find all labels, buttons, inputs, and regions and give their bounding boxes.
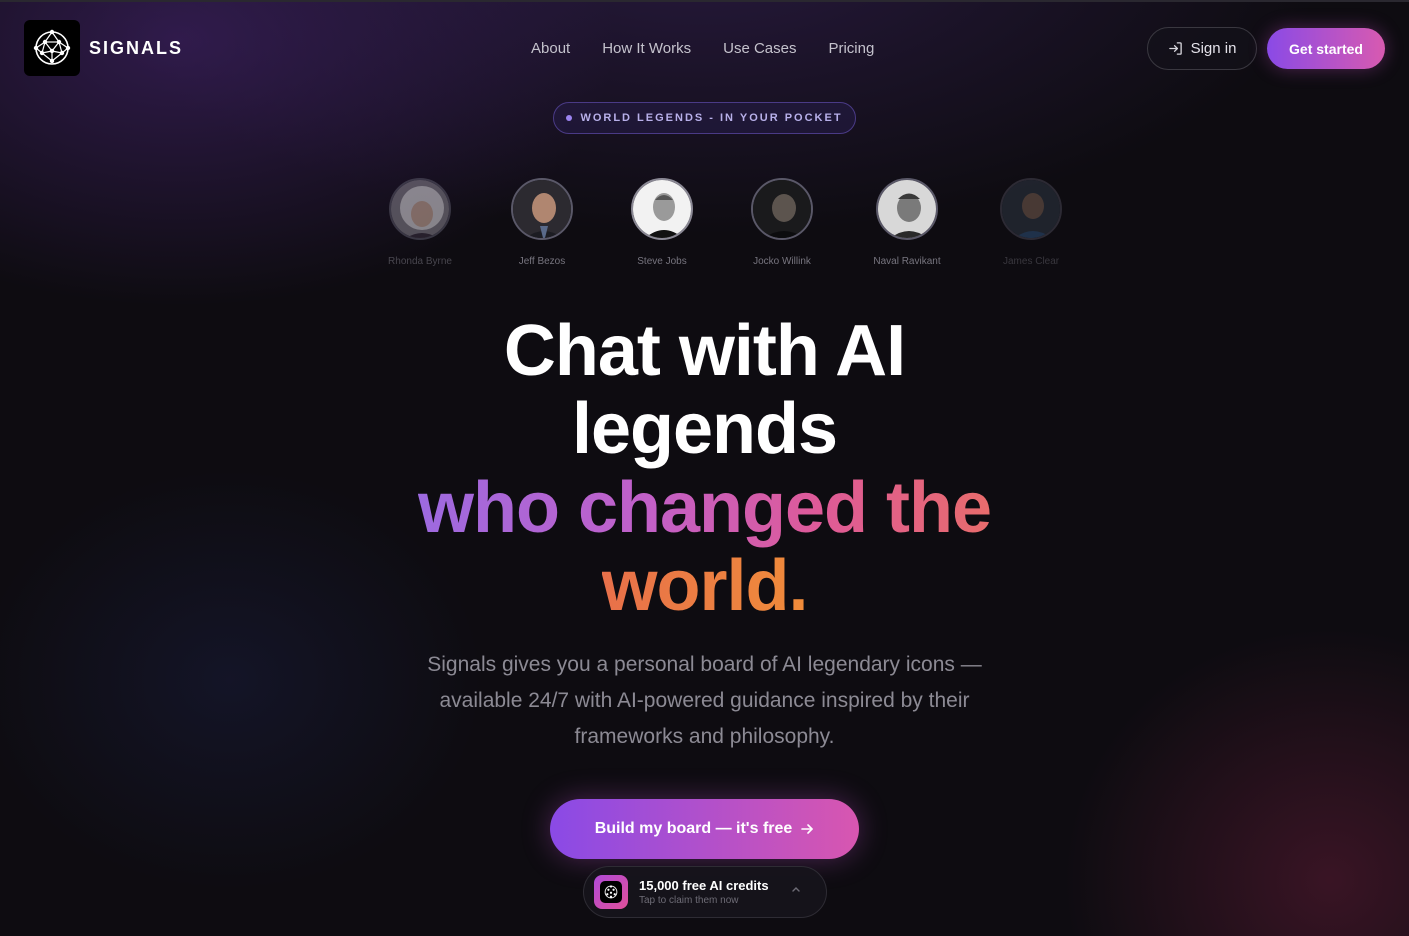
free-credits-card[interactable]: 15,000 free AI credits Tap to claim them…: [583, 866, 827, 918]
avatar: [1000, 178, 1062, 240]
legend-name-clip: James Clear: [1003, 256, 1067, 267]
sign-in-button[interactable]: Sign in: [1147, 27, 1257, 70]
avatar: [876, 178, 938, 240]
legend-avatar-item[interactable]: James Clear: [971, 178, 1091, 267]
legend-name: Jocko Willink: [753, 256, 811, 267]
avatar: [389, 178, 451, 240]
legend-avatar-item[interactable]: Jeff Bezos: [482, 178, 602, 267]
landing-page: SIGNALS About How It Works Use Cases Pri…: [0, 0, 1409, 936]
hero-subtitle-line-2: available 24/7 with AI-powered guidance …: [439, 689, 970, 712]
hero-subtitle-line-3: frameworks and philosophy.: [574, 725, 835, 748]
legend-name: Rhonda Byrne: [388, 256, 452, 267]
arrow-right-icon: [801, 824, 814, 834]
hero-title-line-4: world.: [0, 547, 1409, 625]
avatar: [751, 178, 813, 240]
sign-in-icon: [1168, 42, 1182, 55]
nav-how-it-works[interactable]: How It Works: [602, 40, 691, 57]
sign-in-label: Sign in: [1190, 40, 1237, 57]
hero-title-line-1: Chat with AI: [503, 311, 906, 391]
legend-name: James Clear: [1003, 256, 1060, 267]
brand-name[interactable]: SIGNALS: [89, 38, 183, 59]
build-board-label: Build my board — it's free: [594, 820, 793, 837]
tagline-badge: WORLD LEGENDS - IN YOUR POCKET: [553, 102, 856, 134]
credits-logo-icon: [594, 875, 628, 909]
badge-text: WORLD LEGENDS - IN YOUR POCKET: [580, 112, 843, 124]
nav-about[interactable]: About: [531, 40, 570, 57]
badge-dot-icon: [566, 115, 573, 121]
nav-pricing[interactable]: Pricing: [828, 40, 874, 57]
top-border: [0, 0, 1409, 2]
chevron-up-icon[interactable]: [790, 883, 802, 895]
hero-gradient-text: who changed the: [417, 468, 992, 548]
legend-name: Steve Jobs: [637, 256, 687, 267]
legend-avatar-item[interactable]: Naval Ravikant: [847, 178, 967, 267]
get-started-button[interactable]: Get started: [1267, 28, 1385, 69]
legend-name: Jeff Bezos: [518, 256, 566, 267]
avatar: [511, 178, 573, 240]
hero-gradient-text-orange: world.: [601, 546, 809, 626]
credits-subtitle: Tap to claim them now: [639, 895, 739, 906]
build-board-button[interactable]: Build my board — it's free: [550, 799, 859, 859]
legend-avatar-item[interactable]: Steve Jobs: [602, 178, 722, 267]
legend-avatar-item[interactable]: Jocko Willink: [722, 178, 842, 267]
hero-title-line-3: who changed the: [0, 469, 1409, 547]
network-logo-icon: [33, 29, 71, 65]
hero-title-line-2: legends: [571, 389, 838, 469]
legend-name: Naval Ravikant: [873, 256, 941, 267]
nav-use-cases[interactable]: Use Cases: [723, 40, 796, 57]
main-nav: About How It Works Use Cases Pricing: [531, 40, 906, 57]
logo[interactable]: [24, 20, 80, 76]
hero-subtitle-line-1: Signals gives you a personal board of AI…: [427, 653, 982, 676]
avatar: [631, 178, 693, 240]
credits-title: 15,000 free AI credits: [639, 878, 769, 893]
legend-avatar-item[interactable]: Rhonda Byrne: [360, 178, 480, 267]
